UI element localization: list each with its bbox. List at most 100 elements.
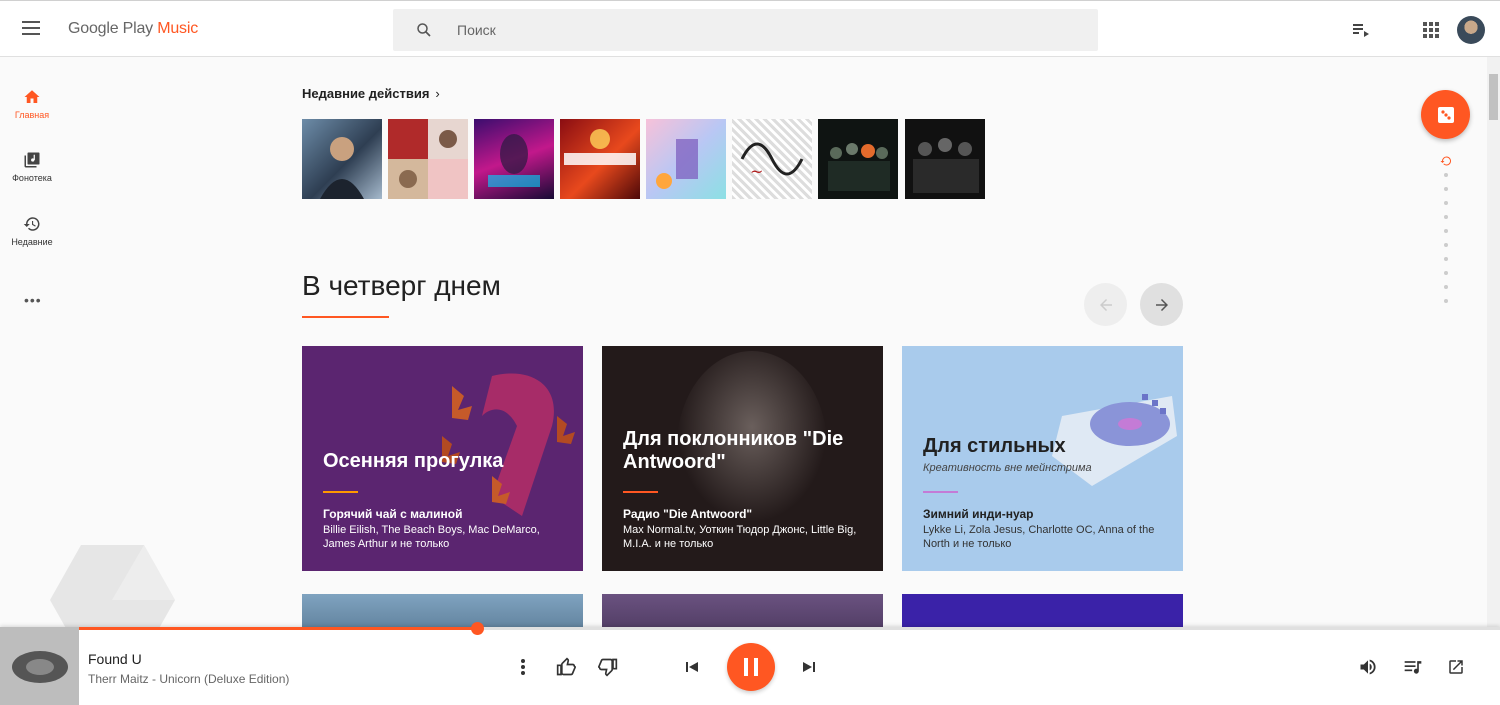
more-icon[interactable]: ••• — [24, 292, 42, 308]
recent-album-thumb[interactable] — [818, 119, 898, 199]
arrow-left-icon — [1099, 298, 1112, 311]
card-artists: Billie Eilish, The Beach Boys, Mac DeMar… — [323, 524, 540, 550]
play-pause-button[interactable] — [727, 643, 775, 691]
section-title: В четверг днем — [302, 270, 501, 301]
carousel-prev-button[interactable] — [1084, 283, 1127, 326]
thumbs-up-button[interactable] — [555, 656, 577, 678]
previous-track-button[interactable] — [681, 656, 703, 678]
search-bar[interactable] — [393, 9, 1098, 51]
next-track-button[interactable] — [798, 656, 820, 678]
nav-item-library[interactable]: Фонотека — [0, 151, 64, 183]
section-dot[interactable] — [1444, 215, 1448, 219]
progress-knob[interactable] — [471, 622, 484, 635]
card-artists: Max Normal.tv, Уоткин Тюдор Джонс, Littl… — [623, 524, 857, 550]
more-vert-icon — [521, 659, 525, 675]
search-input[interactable] — [457, 9, 1057, 51]
playlist-card[interactable]: Осенняя прогулка Горячий чай с малиной B… — [302, 346, 583, 571]
card-subtitle: Креативность вне мейнстрима — [923, 462, 1092, 474]
card-artists: Lykke Li, Zola Jesus, Charlotte OC, Anna… — [923, 524, 1155, 550]
shuffle-fab-button[interactable] — [1421, 90, 1470, 139]
menu-icon[interactable] — [22, 21, 40, 35]
progress-fill — [79, 627, 477, 630]
album-art-icon — [0, 627, 79, 705]
card-title: Для поклонников "Die Antwoord" — [623, 428, 844, 473]
thumbs-down-button[interactable] — [597, 656, 619, 678]
section-dot[interactable] — [1444, 271, 1448, 275]
section-dot[interactable] — [1444, 229, 1448, 233]
skip-next-icon — [803, 662, 815, 672]
card-accent-line — [323, 491, 358, 493]
chevron-right-icon: › — [435, 86, 440, 101]
section-dot[interactable] — [1444, 299, 1448, 303]
album-art-icon — [656, 139, 698, 189]
section-underline — [302, 316, 389, 318]
section-dot[interactable] — [1444, 201, 1448, 205]
now-playing-album-art[interactable] — [0, 627, 79, 705]
album-art-icon — [388, 119, 468, 199]
album-art-icon — [828, 143, 890, 191]
recent-album-thumb[interactable] — [302, 119, 382, 199]
app-header: Google Play Music — [0, 0, 1500, 57]
section-dots — [1440, 155, 1452, 313]
dice-icon — [1437, 106, 1454, 123]
nav-item-label: Фонотека — [12, 173, 52, 183]
section-dot[interactable] — [1444, 257, 1448, 261]
queue-icon[interactable] — [1353, 23, 1369, 37]
scrollbar-thumb[interactable] — [1489, 74, 1498, 120]
queue-button[interactable] — [1402, 656, 1424, 678]
recent-album-thumb[interactable] — [474, 119, 554, 199]
scrollbar-track[interactable] — [1487, 57, 1500, 627]
search-icon[interactable] — [415, 21, 433, 39]
playlist-card[interactable]: Для стильных Креативность вне мейнстрима… — [902, 346, 1183, 571]
thumbs-up-icon — [556, 657, 576, 676]
skip-previous-icon — [686, 662, 698, 672]
thumbs-down-icon — [598, 658, 618, 677]
section-dot[interactable] — [1444, 285, 1448, 289]
home-icon — [24, 90, 40, 103]
section-dot[interactable] — [1444, 173, 1448, 177]
pause-icon — [744, 658, 758, 676]
playlist-card[interactable]: Для поклонников "Die Antwoord" Радио "Di… — [602, 346, 883, 571]
nav-item-label: Недавние — [11, 237, 53, 247]
section-dot[interactable] — [1444, 187, 1448, 191]
recent-album-thumb[interactable] — [905, 119, 985, 199]
nav-item-label: Главная — [14, 110, 50, 120]
recent-album-thumb[interactable]: ~ — [732, 119, 812, 199]
album-art-icon — [913, 138, 979, 193]
history-small-icon[interactable] — [1440, 155, 1452, 167]
nav-item-recent[interactable]: Недавние — [0, 215, 64, 247]
mini-player-button[interactable] — [1445, 656, 1467, 678]
app-logo[interactable]: Google Play Music — [68, 20, 198, 38]
album-art-icon — [488, 134, 540, 187]
nav-item-home[interactable]: Главная — [0, 88, 64, 120]
queue-music-icon — [1404, 661, 1422, 674]
card-station: Горячий чай с малиной — [323, 507, 463, 521]
arrow-right-icon — [1155, 298, 1168, 311]
progress-track[interactable] — [79, 622, 1500, 635]
more-options-button[interactable] — [512, 656, 534, 678]
card-accent-line — [623, 491, 658, 493]
album-art-icon: ~ — [740, 142, 804, 181]
volume-icon — [1360, 659, 1376, 675]
avatar[interactable] — [1457, 16, 1485, 44]
card-accent-line — [923, 491, 958, 493]
history-icon — [23, 217, 40, 231]
recent-album-thumb[interactable] — [560, 119, 640, 199]
album-art-icon — [564, 129, 636, 165]
card-title: Осенняя прогулка — [323, 450, 504, 472]
recent-activity-heading[interactable]: Недавние действия › — [302, 86, 440, 101]
player-bar: Found U Therr Maitz - Unicorn (Deluxe Ed… — [0, 622, 1500, 705]
track-title[interactable]: Found U — [88, 651, 142, 667]
recent-album-thumb[interactable] — [388, 119, 468, 199]
card-title: Для стильных — [923, 435, 1066, 457]
svg-text:~: ~ — [750, 162, 763, 181]
section-dot[interactable] — [1444, 243, 1448, 247]
recent-album-thumb[interactable] — [646, 119, 726, 199]
carousel-next-button[interactable] — [1140, 283, 1183, 326]
track-artist-album[interactable]: Therr Maitz - Unicorn (Deluxe Edition) — [88, 672, 289, 686]
volume-button[interactable] — [1357, 656, 1379, 678]
card-station: Зимний инди-нуар — [923, 507, 1034, 521]
album-art-icon — [320, 137, 364, 199]
open-in-new-icon — [1449, 660, 1463, 674]
apps-grid-icon[interactable] — [1423, 22, 1439, 38]
